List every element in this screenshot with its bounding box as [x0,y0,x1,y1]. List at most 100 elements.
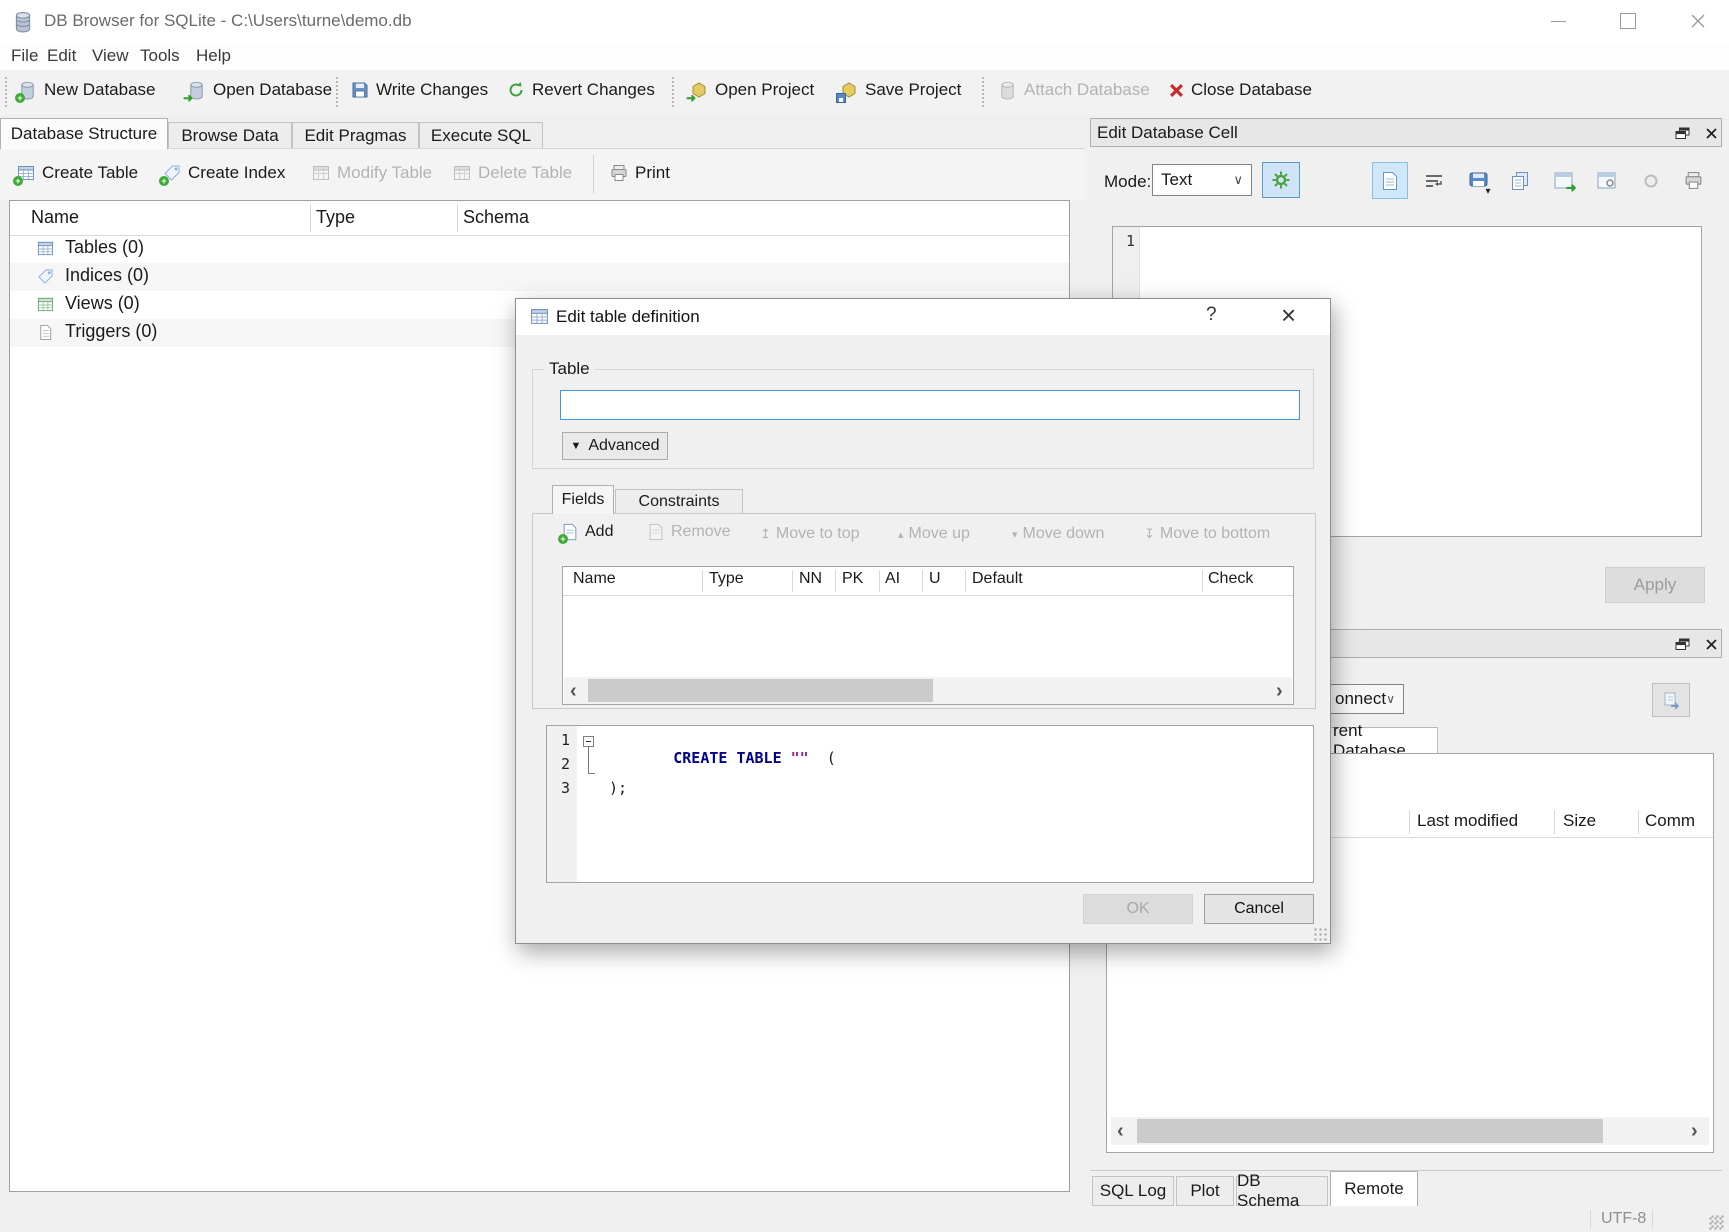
tree-column-name[interactable]: Name [31,207,79,228]
minimize-button[interactable] [1536,6,1580,36]
float-panel-icon[interactable] [1675,638,1690,651]
menu-view[interactable]: View [92,46,129,66]
print-button[interactable]: Print [610,163,670,183]
modify-table-button[interactable]: Modify Table [312,163,432,183]
table-name-input[interactable] [560,390,1300,420]
column-u[interactable]: U [929,570,941,588]
tab-constraints[interactable]: Constraints [615,489,743,514]
menu-tools[interactable]: Tools [140,46,180,66]
code-fold-icon[interactable] [583,736,594,747]
tab-fields[interactable]: Fields [552,485,614,514]
ok-button[interactable]: OK [1083,894,1193,924]
menu-edit[interactable]: Edit [47,46,76,66]
line-number: 1 [561,731,570,749]
add-field-button[interactable]: + Add [562,523,613,541]
tab-current-database[interactable]: rent Database [1320,727,1438,754]
float-panel-icon[interactable] [1675,127,1690,140]
cancel-button[interactable]: Cancel [1204,894,1314,924]
remove-field-button[interactable]: Remove [648,523,731,541]
column-last-modified[interactable]: Last modified [1417,811,1518,831]
open-in-window-button[interactable]: ➜ [1545,162,1581,199]
dialog-resize-grip[interactable] [1313,927,1327,941]
auto-format-button[interactable] [1262,162,1300,198]
edit-cell-panel-title: Edit Database Cell [1097,123,1238,143]
main-toolbar: + New Database ➜ Open Database ▾ Write C… [0,70,1729,114]
set-null-button[interactable] [1633,162,1669,199]
move-up-button[interactable]: ▴ Move up [898,525,970,543]
column-commit[interactable]: Comm [1645,811,1695,831]
printer-icon [1684,171,1703,190]
import-data-button[interactable]: ▾ [1460,162,1496,199]
close-button[interactable] [1676,6,1720,36]
attach-database-button[interactable]: Attach Database [998,80,1150,100]
save-project-button[interactable]: Save Project [840,80,961,100]
word-wrap-button[interactable] [1416,162,1452,199]
mode-select[interactable]: Text ∨ [1152,164,1252,196]
dialog-help-button[interactable]: ? [1206,304,1217,326]
clone-database-button[interactable] [1652,683,1690,717]
save-project-icon [840,81,858,99]
tab-execute-sql[interactable]: Execute SQL [419,122,543,149]
open-database-button[interactable]: ➜ Open Database [187,80,332,100]
tree-column-type[interactable]: Type [316,207,355,228]
revert-changes-button[interactable]: Revert Changes [507,80,655,100]
tree-column-schema[interactable]: Schema [463,207,529,228]
move-to-top-button[interactable]: ↥ Move to top [760,525,860,543]
tab-remote[interactable]: Remote [1330,1171,1418,1206]
attach-database-icon [998,81,1017,100]
window-resize-grip[interactable] [1710,1214,1724,1228]
scroll-left-icon[interactable]: ‹ [1117,1121,1124,1141]
sql-string: "" [791,749,809,767]
new-database-button[interactable]: + New Database [18,80,156,100]
open-project-button[interactable]: ➜ Open Project [690,80,814,100]
external-app-button[interactable] [1588,162,1624,199]
create-table-button[interactable]: + Create Table [17,163,138,183]
chevron-down-icon: ∨ [1386,692,1395,706]
create-index-button[interactable]: + Create Index [163,163,285,183]
dropdown-icon: ▾ [1485,186,1490,197]
word-wrap-icon [1425,173,1443,189]
text-view-button[interactable] [1372,162,1408,199]
tab-edit-pragmas[interactable]: Edit Pragmas [292,122,419,149]
menu-file[interactable]: File [11,46,38,66]
fields-hscrollbar[interactable]: ‹ › [564,677,1292,704]
menu-help[interactable]: Help [196,46,231,66]
tree-row-indices[interactable]: Indices (0) [10,263,1069,291]
document-icon [1382,171,1398,191]
scroll-right-icon[interactable]: › [1276,681,1283,701]
apply-button[interactable]: Apply [1605,567,1705,603]
write-changes-button[interactable]: Write Changes [351,80,488,100]
tab-database-structure[interactable]: Database Structure [0,118,168,149]
column-size[interactable]: Size [1563,811,1596,831]
column-default[interactable]: Default [972,570,1023,588]
move-to-bottom-button[interactable]: ↧ Move to bottom [1144,525,1270,543]
tab-db-schema[interactable]: DB Schema [1236,1176,1328,1206]
column-check[interactable]: Check [1208,570,1253,588]
open-database-icon: ➜ [187,81,206,100]
column-ai[interactable]: AI [885,570,900,588]
tab-browse-data[interactable]: Browse Data [168,122,292,149]
scrollbar-thumb[interactable] [1137,1119,1603,1143]
column-name[interactable]: Name [573,570,616,588]
print-cell-button[interactable] [1675,162,1711,199]
tab-sql-log[interactable]: SQL Log [1092,1176,1174,1206]
tab-plot[interactable]: Plot [1176,1176,1234,1206]
column-type[interactable]: Type [709,570,744,588]
scrollbar-thumb[interactable] [588,679,933,702]
tree-row-tables[interactable]: Tables (0) [10,235,1069,263]
close-panel-icon[interactable] [1705,638,1718,651]
close-database-button[interactable]: Close Database [1169,80,1312,100]
delete-table-button[interactable]: Delete Table [453,163,572,183]
advanced-toggle-button[interactable]: ▼ Advanced [562,432,668,460]
move-down-button[interactable]: ▾ Move down [1012,525,1104,543]
export-data-button[interactable] [1502,162,1538,199]
maximize-button[interactable] [1606,6,1650,36]
scroll-right-icon[interactable]: › [1691,1121,1698,1141]
dialog-close-button[interactable]: × [1281,300,1296,331]
encoding-indicator[interactable]: UTF-8 [1601,1210,1646,1228]
remote-hscrollbar[interactable]: ‹ › [1111,1117,1709,1145]
column-nn[interactable]: NN [799,570,822,588]
scroll-left-icon[interactable]: ‹ [570,681,577,701]
close-panel-icon[interactable] [1705,127,1718,140]
column-pk[interactable]: PK [842,570,863,588]
